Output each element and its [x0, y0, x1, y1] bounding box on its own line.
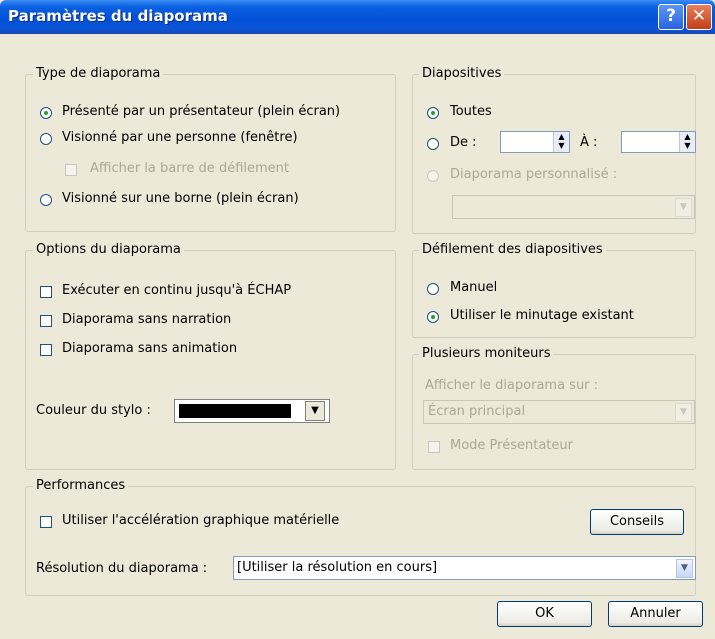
- kiosk-label[interactable]: Visionné sur une borne (plein écran): [62, 191, 299, 206]
- from-spinner[interactable]: ▲ ▼: [553, 132, 569, 152]
- chevron-down-icon: ▼: [675, 198, 692, 217]
- no-narration-checkbox[interactable]: [40, 315, 52, 327]
- no-animation-checkbox[interactable]: [40, 344, 52, 356]
- to-input[interactable]: ▲ ▼: [621, 131, 696, 153]
- kiosk-radio[interactable]: [40, 194, 52, 206]
- close-button[interactable]: ✕: [686, 4, 712, 30]
- performance-legend: Performances: [33, 478, 129, 493]
- resolution-label: Résolution du diaporama :: [36, 561, 208, 576]
- chevron-down-icon[interactable]: ▼: [305, 401, 325, 421]
- slides-legend: Diapositives: [419, 66, 505, 81]
- dialog-title: Paramètres du diaporama: [8, 7, 228, 25]
- no-animation-label[interactable]: Diaporama sans animation: [62, 341, 237, 356]
- presenter-mode-checkbox: [428, 441, 440, 453]
- individual-label[interactable]: Visionné par une personne (fenêtre): [62, 130, 298, 145]
- loop-label[interactable]: Exécuter en continu jusqu'à ÉCHAP: [62, 283, 291, 298]
- pen-color-swatch: [179, 404, 291, 418]
- pen-color-label: Couleur du stylo :: [36, 403, 151, 418]
- use-timings-radio[interactable]: [427, 311, 439, 323]
- custom-show-dropdown: ▼: [452, 195, 695, 219]
- use-timings-label[interactable]: Utiliser le minutage existant: [450, 308, 634, 323]
- presenter-label[interactable]: Présenté par un présentateur (plein écra…: [62, 104, 340, 119]
- manual-label[interactable]: Manuel: [450, 280, 497, 295]
- range-radio[interactable]: [427, 138, 439, 150]
- loop-checkbox[interactable]: [40, 286, 52, 298]
- hw-acceleration-checkbox[interactable]: [40, 516, 52, 528]
- presenter-mode-label: Mode Présentateur: [450, 438, 573, 453]
- show-on-label: Afficher le diaporama sur :: [425, 378, 599, 393]
- custom-show-label: Diaporama personnalisé :: [450, 167, 618, 182]
- scrollbar-label: Afficher la barre de défilement: [90, 161, 289, 176]
- chevron-down-icon: ▼: [675, 403, 692, 422]
- tips-button[interactable]: Conseils: [590, 509, 684, 535]
- cancel-button[interactable]: Annuler: [608, 601, 703, 627]
- presenter-radio[interactable]: [40, 107, 52, 119]
- all-slides-radio[interactable]: [427, 107, 439, 119]
- help-button[interactable]: ?: [658, 4, 684, 30]
- monitor-dropdown: Écran principal ▼: [423, 400, 695, 424]
- from-input[interactable]: ▲ ▼: [500, 131, 570, 153]
- chevron-down-icon[interactable]: ▼: [676, 559, 693, 578]
- ok-button[interactable]: OK: [497, 601, 592, 627]
- slideshow-type-legend: Type de diaporama: [33, 66, 164, 81]
- no-narration-label[interactable]: Diaporama sans narration: [62, 312, 231, 327]
- to-label: À :: [580, 135, 598, 150]
- pen-color-picker[interactable]: ▼: [174, 399, 330, 423]
- all-slides-label[interactable]: Toutes: [450, 104, 492, 119]
- slideshow-options-legend: Options du diaporama: [33, 242, 184, 257]
- advance-legend: Défilement des diapositives: [419, 242, 606, 257]
- hw-acceleration-label[interactable]: Utiliser l'accélération graphique matéri…: [62, 513, 339, 528]
- to-spinner[interactable]: ▲ ▼: [679, 132, 695, 152]
- individual-radio[interactable]: [40, 133, 52, 145]
- custom-show-radio: [427, 170, 439, 182]
- scrollbar-checkbox: [65, 164, 77, 176]
- monitors-legend: Plusieurs moniteurs: [419, 346, 554, 361]
- resolution-dropdown[interactable]: [Utiliser la résolution en cours] ▼: [233, 556, 696, 580]
- manual-radio[interactable]: [427, 283, 439, 295]
- slideshow-type-group: [25, 74, 396, 232]
- from-label[interactable]: De :: [450, 135, 477, 150]
